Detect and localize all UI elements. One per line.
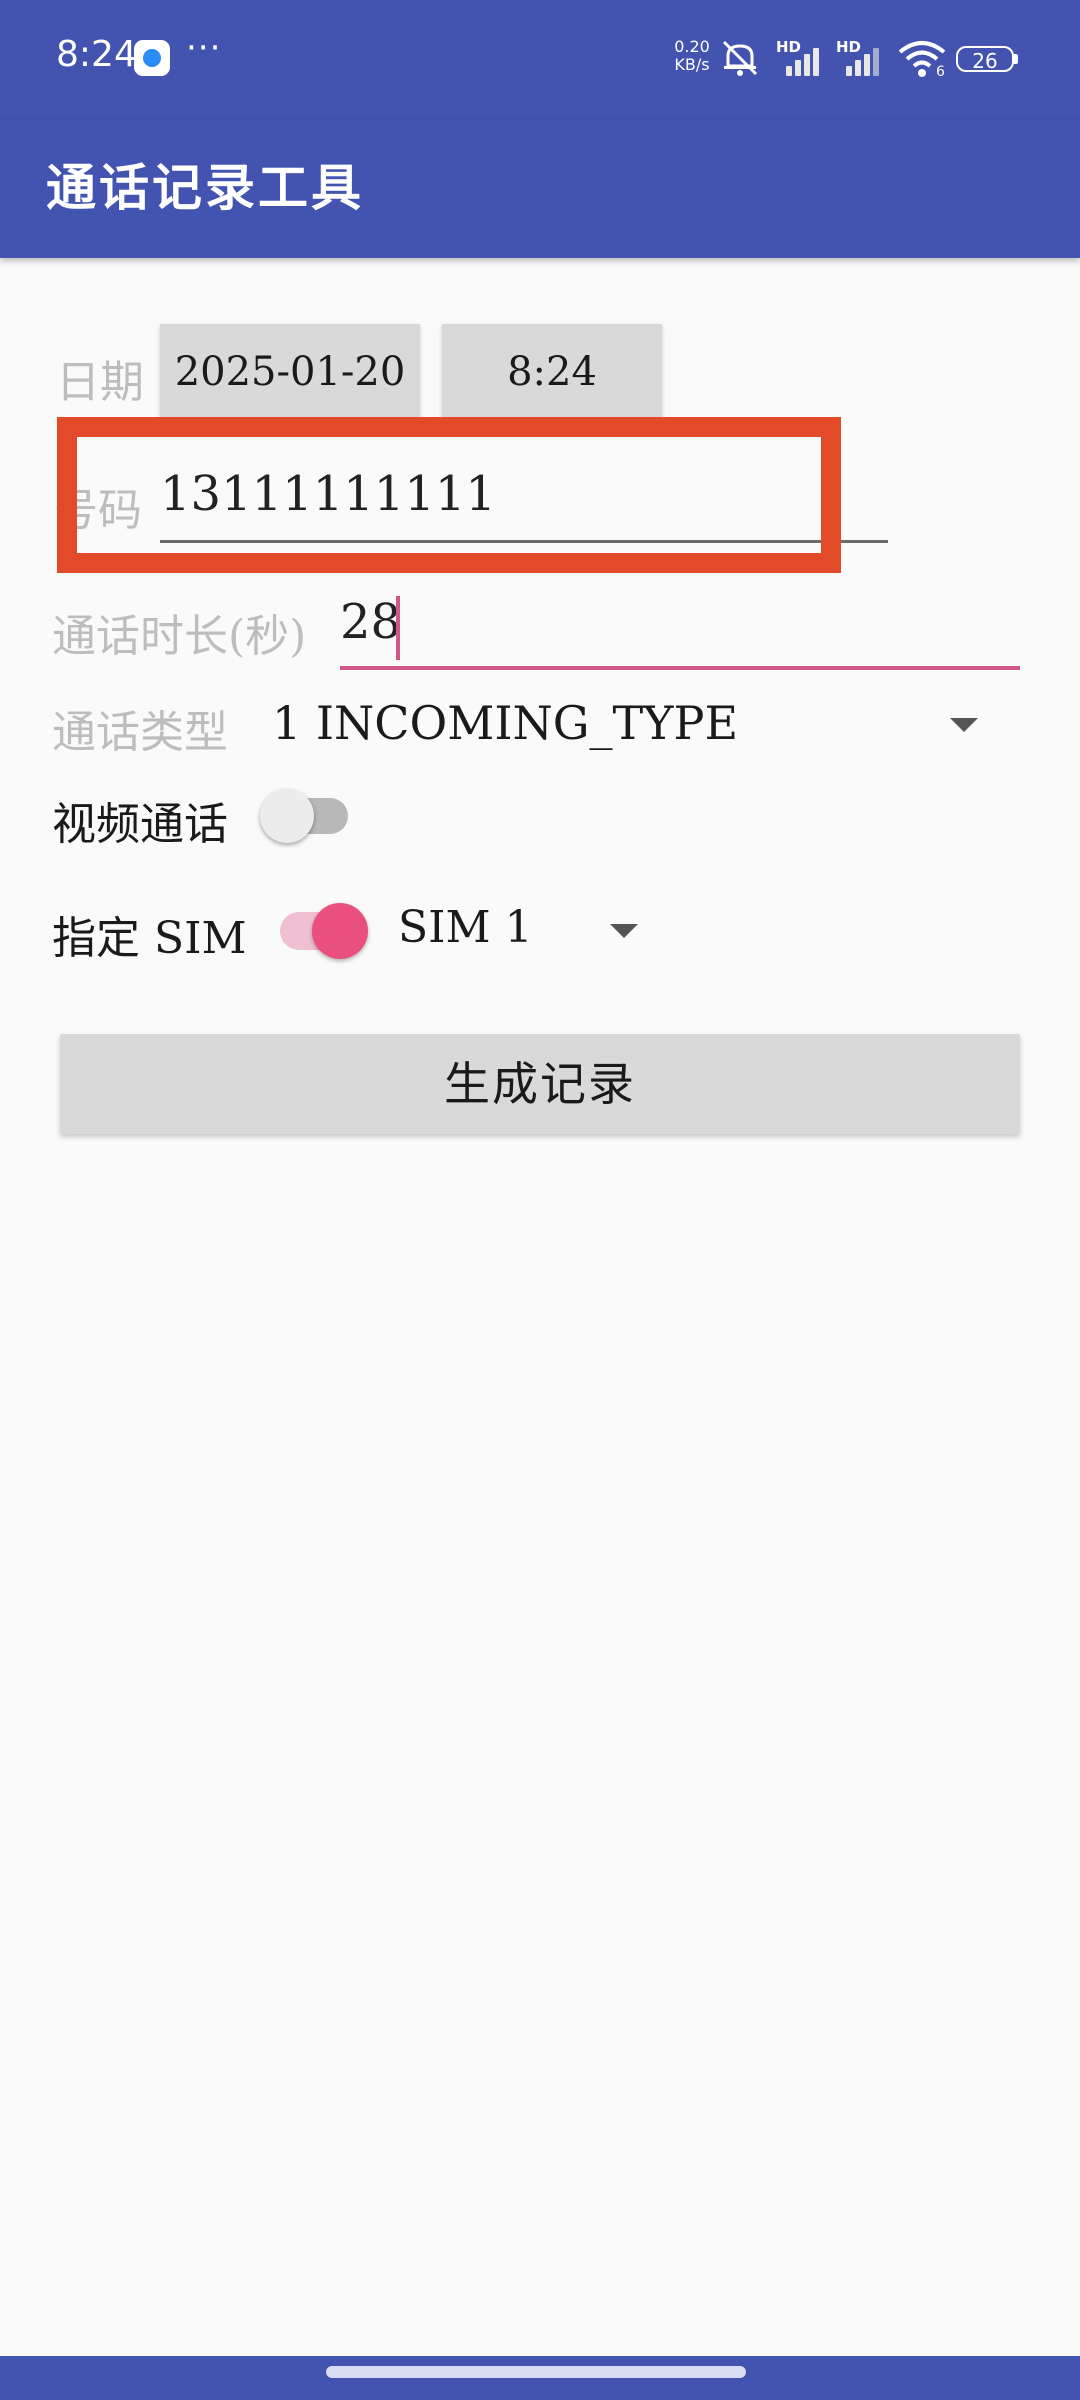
duration-input[interactable]: 28 xyxy=(340,594,401,650)
text-caret xyxy=(396,596,400,660)
duration-label: 通话时长(秒) xyxy=(52,611,307,662)
wifi-icon: 6 xyxy=(896,38,948,80)
sim-label: 指定 SIM xyxy=(52,913,247,964)
signal-icon: HD xyxy=(836,38,888,78)
sim-switch-thumb[interactable] xyxy=(312,903,368,959)
sim-select[interactable]: SIM 1 xyxy=(398,902,533,953)
call-type-label: 通话类型 xyxy=(52,707,228,758)
network-speed-value: 0.20 xyxy=(674,37,710,56)
video-call-switch-thumb[interactable] xyxy=(260,789,314,843)
app-notification-icon xyxy=(134,40,170,76)
network-speed-unit: KB/s xyxy=(674,55,710,74)
battery-icon: 26 xyxy=(956,46,1014,73)
signal-icon: HD xyxy=(776,38,828,78)
page-title: 通话记录工具 xyxy=(46,158,364,217)
duration-input-underline xyxy=(340,666,1020,670)
network-speed: 0.20 KB/s xyxy=(672,38,712,74)
status-time: 8:24 xyxy=(56,34,137,75)
wifi-badge: 6 xyxy=(936,64,945,80)
home-gesture-handle[interactable] xyxy=(326,2366,746,2378)
dropdown-arrow-icon[interactable] xyxy=(610,924,638,938)
navigation-bar xyxy=(0,2356,1080,2400)
video-call-label: 视频通话 xyxy=(52,799,228,850)
mute-icon xyxy=(718,38,762,78)
generate-record-button[interactable]: 生成记录 xyxy=(60,1034,1020,1134)
call-type-select[interactable]: 1 INCOMING_TYPE xyxy=(272,696,738,750)
battery-nub xyxy=(1014,54,1018,64)
dropdown-arrow-icon[interactable] xyxy=(950,718,978,732)
date-label: 日期 xyxy=(56,357,144,408)
date-picker-button[interactable]: 2025-01-20 xyxy=(160,324,420,420)
signal-hd-label: HD xyxy=(836,38,862,56)
highlight-box xyxy=(57,417,841,573)
more-notifications-icon: ··· xyxy=(186,28,222,68)
time-picker-button[interactable]: 8:24 xyxy=(442,324,662,420)
signal-hd-label: HD xyxy=(776,38,802,56)
